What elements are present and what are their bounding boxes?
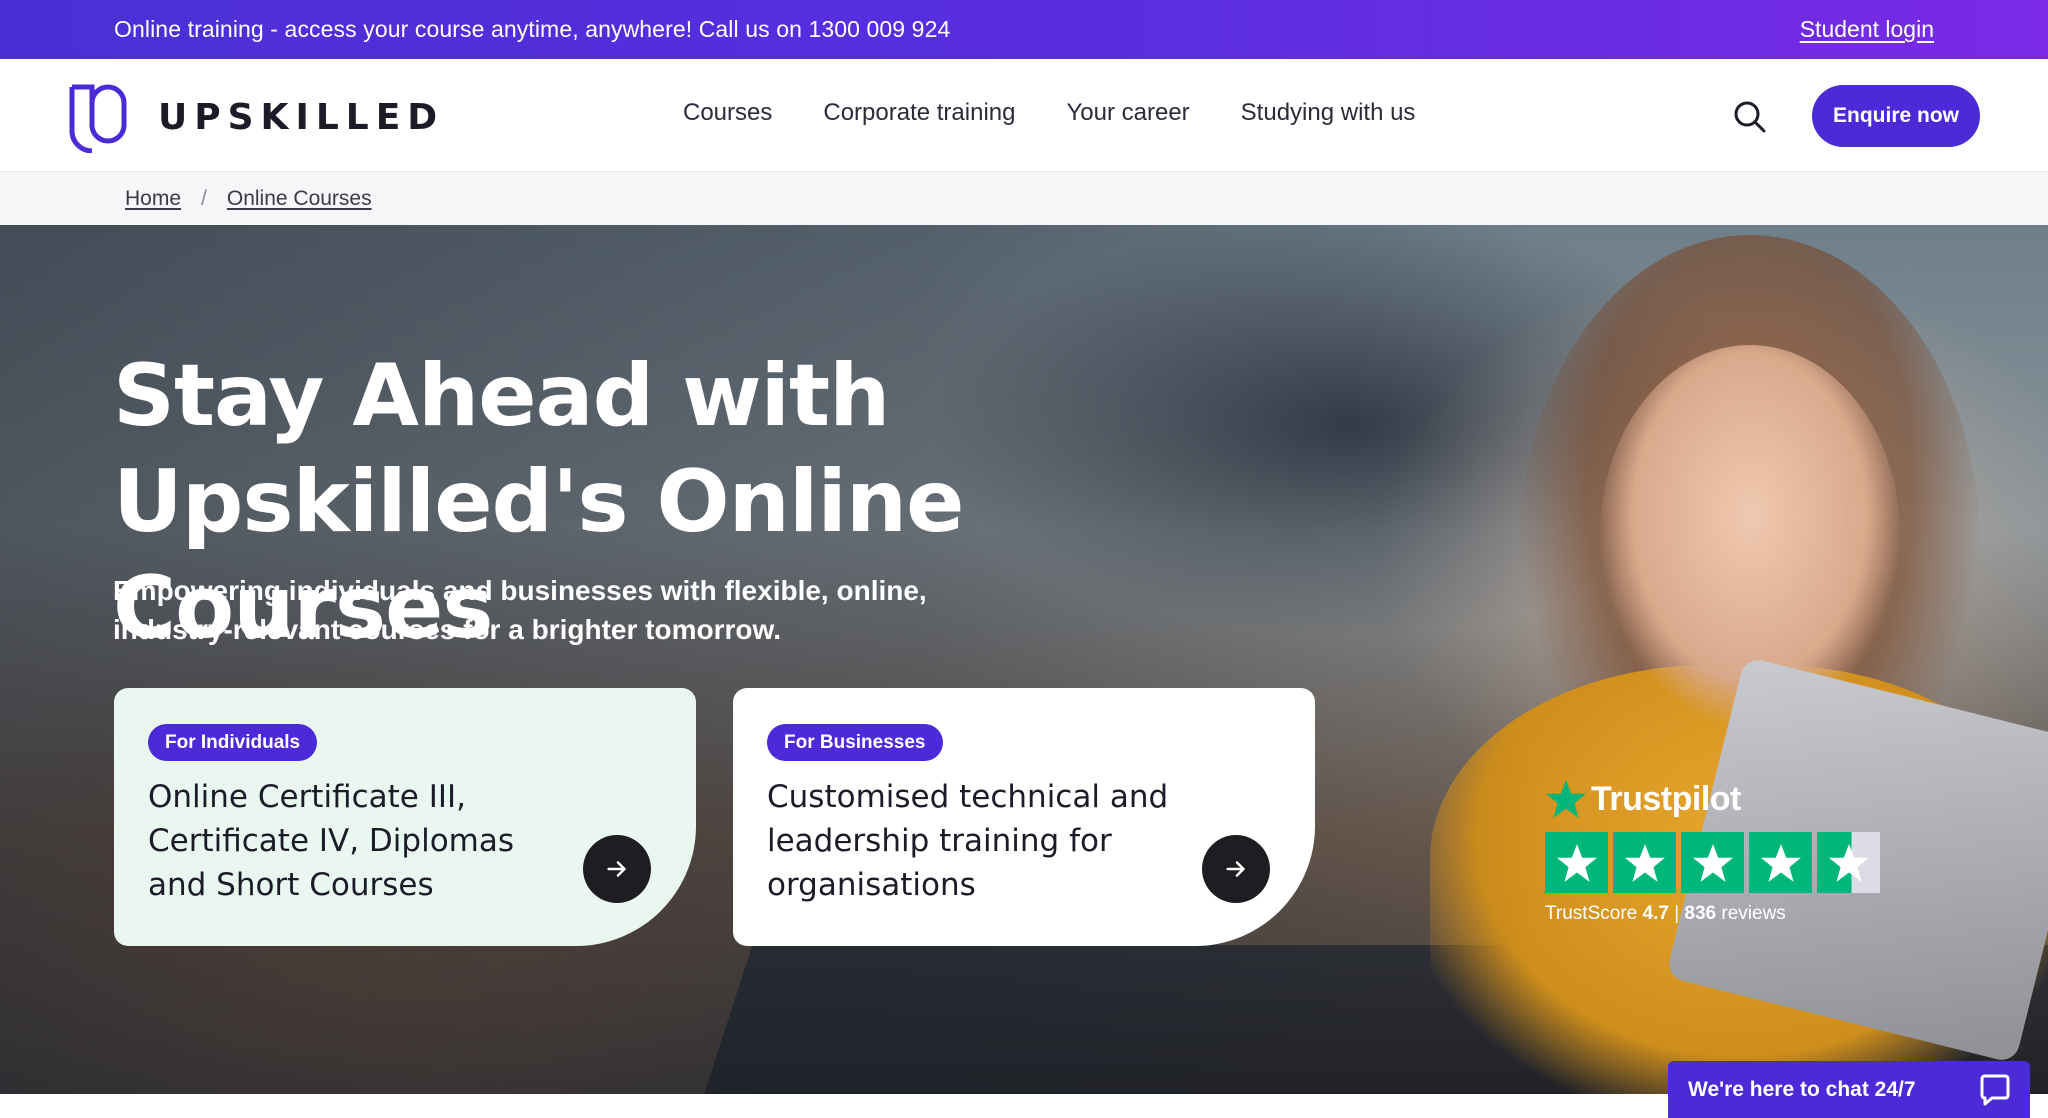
search-icon bbox=[1734, 101, 1766, 133]
main-nav: Courses Corporate training Your career S… bbox=[683, 99, 1415, 127]
nav-studying-with-us[interactable]: Studying with us bbox=[1241, 99, 1416, 127]
arrow-right-icon bbox=[607, 861, 626, 877]
breadcrumb: Home / Online Courses bbox=[0, 172, 2048, 225]
individuals-arrow-button[interactable] bbox=[583, 835, 651, 903]
hero-section: Stay Ahead with Upskilled's Online Cours… bbox=[0, 225, 2048, 1094]
rating-star-partial-icon bbox=[1817, 832, 1880, 893]
hero-subtitle: Empowering individuals and businesses wi… bbox=[113, 575, 927, 645]
trustscore-divider: | bbox=[1674, 903, 1680, 924]
enquire-now-button[interactable]: Enquire now bbox=[1812, 85, 1980, 147]
individuals-card-text: Online Certificate III, Certificate IV, … bbox=[148, 779, 515, 903]
site-header: UPSKILLED Courses Corporate training You… bbox=[0, 59, 2048, 172]
chat-widget[interactable]: We're here to chat 24/7 bbox=[1668, 1061, 2030, 1118]
logo-wordmark: UPSKILLED bbox=[158, 96, 445, 138]
rating-star-icon bbox=[1545, 832, 1608, 893]
nav-your-career[interactable]: Your career bbox=[1066, 99, 1189, 127]
search-button[interactable] bbox=[1730, 97, 1770, 137]
announcement-text: Online training - access your course any… bbox=[114, 16, 951, 42]
rating-star-icon bbox=[1749, 832, 1812, 893]
upskilled-logo-icon bbox=[69, 84, 127, 153]
trustpilot-star-icon bbox=[1546, 780, 1586, 818]
announcement-bar: Online training - access your course any… bbox=[0, 0, 2048, 59]
chat-bubble-icon bbox=[1980, 1074, 2010, 1106]
breadcrumb-online-courses[interactable]: Online Courses bbox=[227, 187, 372, 211]
trustscore-value: 4.7 bbox=[1642, 903, 1669, 924]
trustpilot-stars bbox=[1545, 832, 1885, 893]
trustpilot-brand: Trustpilot bbox=[1545, 778, 1885, 820]
businesses-card[interactable]: For Businesses Customised technical and … bbox=[733, 688, 1315, 946]
student-login-link[interactable]: Student login bbox=[1800, 16, 1934, 43]
logo[interactable]: UPSKILLED bbox=[66, 81, 444, 153]
rating-star-icon bbox=[1613, 832, 1676, 893]
breadcrumb-separator: / bbox=[201, 186, 207, 210]
trustscore-label: TrustScore bbox=[1545, 903, 1638, 924]
rating-star-icon bbox=[1681, 832, 1744, 893]
trustpilot-widget[interactable]: Trustpilot TrustScore 4.7 | 836 reviews bbox=[1545, 778, 1885, 925]
reviews-label: reviews bbox=[1721, 903, 1786, 924]
businesses-card-text: Customised technical and leadership trai… bbox=[767, 779, 1169, 903]
individuals-card[interactable]: For Individuals Online Certificate III, … bbox=[114, 688, 696, 946]
nav-courses[interactable]: Courses bbox=[683, 99, 772, 127]
businesses-arrow-button[interactable] bbox=[1202, 835, 1270, 903]
chat-label: We're here to chat 24/7 bbox=[1688, 1077, 1916, 1101]
businesses-tag: For Businesses bbox=[767, 724, 943, 761]
trustpilot-brand-name: Trustpilot bbox=[1591, 779, 1741, 818]
nav-corporate-training[interactable]: Corporate training bbox=[823, 99, 1015, 127]
individuals-tag: For Individuals bbox=[148, 724, 318, 761]
arrow-right-icon bbox=[1226, 861, 1245, 877]
reviews-count: 836 bbox=[1684, 903, 1717, 924]
breadcrumb-home[interactable]: Home bbox=[125, 187, 181, 211]
trustpilot-score: TrustScore 4.7 | 836 reviews bbox=[1545, 903, 1885, 925]
